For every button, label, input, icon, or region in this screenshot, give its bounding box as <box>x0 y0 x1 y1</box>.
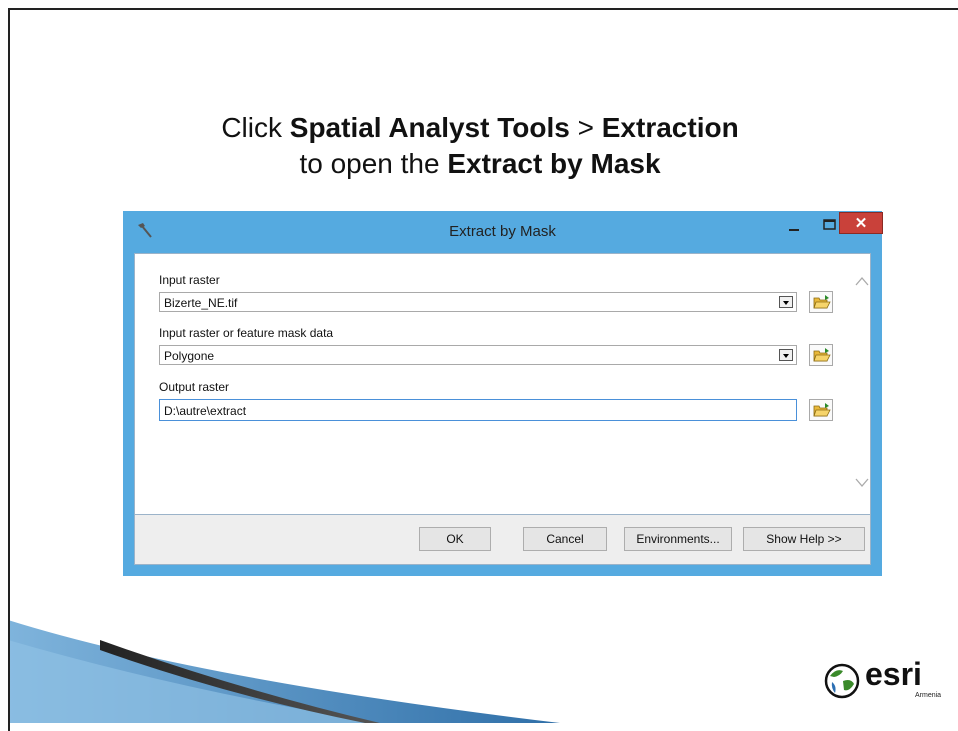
mask-data-combo[interactable]: Polygone <box>159 345 797 365</box>
output-raster-browse-button[interactable] <box>809 399 833 421</box>
slide-title-line-1: Click Spatial Analyst Tools > Extraction <box>100 110 860 146</box>
output-raster-value: D:\autre\extract <box>164 404 247 418</box>
esri-logo-subtitle: Armenia <box>915 692 942 699</box>
title-bold-extract-by-mask: Extract by Mask <box>447 148 661 179</box>
esri-armenia-logo: esri Armenia <box>823 656 953 712</box>
open-folder-icon <box>813 348 831 362</box>
title-text: Click <box>221 112 290 143</box>
chevron-down-icon[interactable] <box>779 296 793 308</box>
mask-data-label: Input raster or feature mask data <box>159 326 334 340</box>
title-text: to open the <box>299 148 448 179</box>
close-button[interactable]: ✕ <box>839 212 883 234</box>
dialog-title: Extract by Mask <box>449 223 556 240</box>
show-help-button[interactable]: Show Help >> <box>743 527 865 551</box>
output-raster-input[interactable]: D:\autre\extract <box>159 399 797 421</box>
environments-button[interactable]: Environments... <box>624 527 732 551</box>
output-raster-label: Output raster <box>159 380 230 394</box>
close-icon: ✕ <box>854 215 868 232</box>
title-bold-spatial-analyst: Spatial Analyst Tools <box>289 112 570 143</box>
input-raster-value: Bizerte_NE.tif <box>164 296 238 310</box>
open-folder-icon <box>813 403 831 417</box>
ok-button[interactable]: OK <box>419 527 491 551</box>
minimize-button[interactable] <box>781 215 807 237</box>
esri-logo-wordmark: esri <box>865 656 922 692</box>
input-raster-label: Input raster <box>159 273 220 287</box>
open-folder-icon <box>813 295 831 309</box>
mask-data-value: Polygone <box>164 349 215 363</box>
title-bold-extraction: Extraction <box>601 112 739 143</box>
cancel-button[interactable]: Cancel <box>523 527 607 551</box>
title-separator: > <box>569 112 602 143</box>
scroll-down-icon[interactable] <box>854 476 870 490</box>
input-raster-combo[interactable]: Bizerte_NE.tif <box>159 292 797 312</box>
slide-title-line-2: to open the Extract by Mask <box>100 146 860 182</box>
mask-data-browse-button[interactable] <box>809 344 833 366</box>
scroll-up-icon[interactable] <box>854 274 870 288</box>
dialog-parameters-panel: Input raster Bizerte_NE.tif Input raster… <box>134 253 871 515</box>
input-raster-browse-button[interactable] <box>809 291 833 313</box>
dialog-titlebar[interactable]: Extract by Mask ✕ <box>123 211 883 253</box>
extract-by-mask-dialog: Extract by Mask ✕ Input raster Bizerte_N… <box>123 211 883 576</box>
globe-icon <box>824 663 860 699</box>
dialog-button-bar: OK Cancel Environments... Show Help >> <box>134 515 871 565</box>
chevron-down-icon[interactable] <box>779 349 793 361</box>
